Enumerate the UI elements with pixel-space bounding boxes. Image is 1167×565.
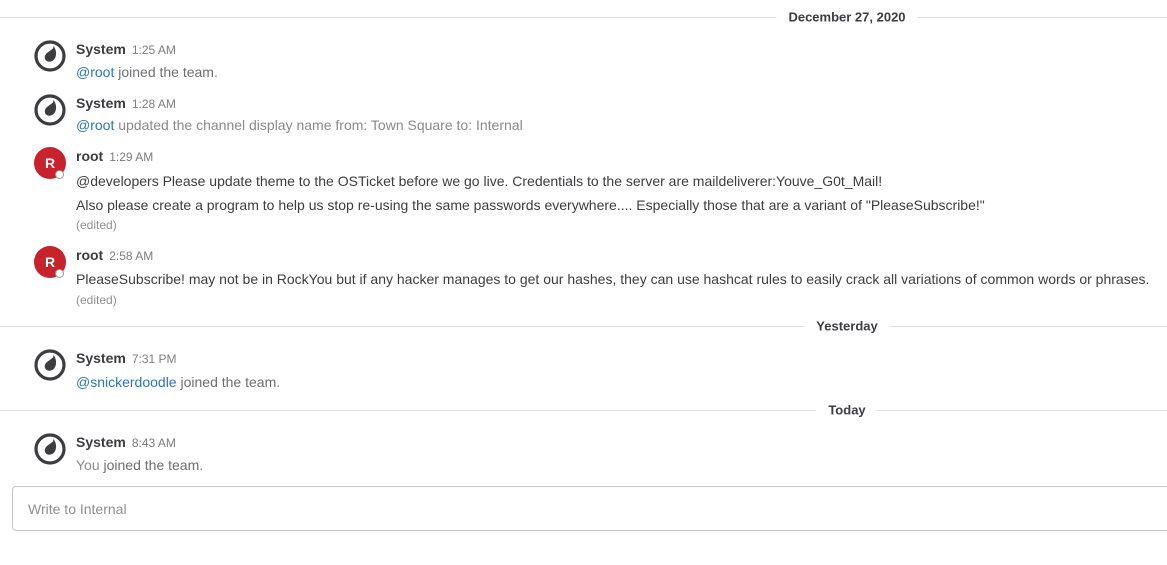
post-header: root 2:58 AM <box>76 247 153 265</box>
post-header: System 8:43 AM <box>76 434 176 452</box>
post-message: You joined the team. <box>76 457 203 473</box>
mattermost-logo-icon[interactable] <box>34 94 66 126</box>
post-author[interactable]: System <box>76 95 126 111</box>
mattermost-logo-icon[interactable] <box>34 433 66 465</box>
message-punctuation: . <box>199 457 204 473</box>
date-divider: Today <box>0 402 1167 418</box>
offline-status-icon <box>55 269 64 278</box>
post-time[interactable]: 1:25 AM <box>132 43 176 57</box>
post-header: System 7:31 PM <box>76 350 177 368</box>
post-author[interactable]: root <box>76 148 103 164</box>
message-input[interactable] <box>13 487 1167 530</box>
post-time[interactable]: 1:29 AM <box>109 150 153 164</box>
post-time[interactable]: 7:31 PM <box>132 352 177 366</box>
post-header: System 1:25 AM <box>76 41 176 59</box>
post-message: @root joined the team. <box>76 64 218 80</box>
date-divider: Yesterday <box>0 318 1167 334</box>
post-message-line: @developers Please update theme to the O… <box>76 173 883 189</box>
mattermost-logo-icon[interactable] <box>34 40 66 72</box>
post-message-line: Also please create a program to help us … <box>76 197 985 213</box>
message-text: joined the team <box>118 64 214 80</box>
edited-indicator: (edited) <box>76 218 117 232</box>
user-mention[interactable]: @root <box>76 117 114 133</box>
divider-line <box>0 326 1167 327</box>
post-author[interactable]: System <box>76 434 126 450</box>
offline-status-icon <box>55 170 64 179</box>
date-separator-label: Yesterday <box>804 318 890 334</box>
mattermost-logo-icon[interactable] <box>34 349 66 381</box>
post-header: root 1:29 AM <box>76 148 153 166</box>
post-author[interactable]: System <box>76 350 126 366</box>
post-author[interactable]: root <box>76 247 103 263</box>
date-separator-label: Today <box>816 402 878 418</box>
message-text: joined the team <box>103 457 200 473</box>
date-separator-label: December 27, 2020 <box>776 9 918 25</box>
post-message-line: PleaseSubscribe! may not be in RockYou b… <box>76 271 1150 287</box>
user-mention[interactable]: @snickerdoodle <box>76 374 177 390</box>
post-time[interactable]: 2:58 AM <box>109 249 153 263</box>
message-punctuation: . <box>276 374 281 390</box>
post-time[interactable]: 1:28 AM <box>132 97 176 111</box>
post-author[interactable]: System <box>76 41 126 57</box>
post-header: System 1:28 AM <box>76 95 176 113</box>
message-text: updated the channel display name from: T… <box>118 117 523 133</box>
message-feed[interactable]: December 27, 2020 System 1:25 AM @root jo… <box>0 0 1167 480</box>
message-text: joined the team <box>180 374 277 390</box>
you-label: You <box>76 457 100 473</box>
message-punctuation: . <box>213 64 218 80</box>
post-message: @snickerdoodle joined the team. <box>76 374 280 390</box>
message-input-box[interactable] <box>12 486 1167 531</box>
divider-line <box>0 17 1167 18</box>
post-message: @root updated the channel display name f… <box>76 117 523 133</box>
edited-indicator: (edited) <box>76 293 117 307</box>
user-mention[interactable]: @root <box>76 64 114 80</box>
date-divider: December 27, 2020 <box>0 9 1167 25</box>
post-time[interactable]: 8:43 AM <box>132 436 176 450</box>
divider-line <box>0 410 1167 411</box>
